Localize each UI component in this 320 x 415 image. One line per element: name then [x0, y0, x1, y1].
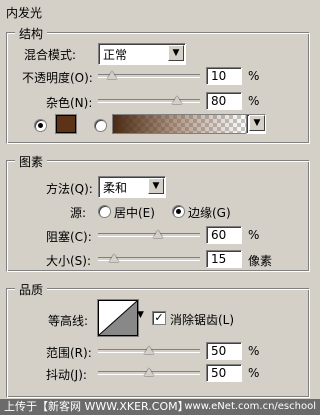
solid-color-radio[interactable] [34, 119, 47, 132]
size-slider[interactable] [98, 252, 200, 266]
anti-alias-label[interactable]: 消除锯齿(L) [170, 311, 234, 328]
slider-track [98, 233, 200, 237]
gradient-radio[interactable] [94, 119, 107, 132]
quality-group-title: 品质 [15, 281, 48, 298]
gradient-picker[interactable] [112, 114, 248, 134]
noise-unit: % [248, 94, 260, 108]
slider-thumb[interactable] [144, 368, 154, 376]
opacity-unit: % [248, 69, 260, 83]
method-select[interactable]: 柔和 ▼ [98, 176, 166, 198]
slider-thumb[interactable] [172, 96, 182, 104]
anti-alias-checkbox[interactable]: ✓ [152, 311, 166, 325]
source-center-radio[interactable] [98, 205, 111, 218]
size-label: 大小(S): [46, 254, 92, 268]
noise-input[interactable]: 80 [206, 92, 242, 110]
choke-unit: % [248, 228, 260, 242]
jitter-unit: % [248, 366, 260, 380]
slider-thumb[interactable] [109, 254, 119, 262]
slider-thumb[interactable] [144, 346, 154, 354]
noise-label: 杂色(N): [46, 96, 93, 110]
blend-mode-select[interactable]: 正常 ▼ [98, 43, 186, 65]
size-unit: 像素 [248, 254, 273, 268]
chevron-down-icon[interactable]: ▼ [249, 115, 265, 131]
method-label: 方法(Q): [46, 182, 93, 196]
structure-group-title: 结构 [15, 25, 48, 42]
blend-mode-label: 混合模式: [24, 48, 77, 62]
blend-mode-value: 正常 [103, 48, 128, 62]
jitter-slider[interactable] [98, 366, 200, 380]
contour-curve-icon [99, 301, 137, 335]
source-center-label[interactable]: 居中(E) [114, 204, 155, 221]
chevron-down-icon[interactable]: ▼ [148, 178, 164, 194]
method-value: 柔和 [103, 181, 128, 195]
range-input[interactable]: 50 [206, 342, 242, 360]
contour-dropdown[interactable]: ▼ [136, 300, 148, 334]
opacity-label: 不透明度(O): [22, 71, 93, 85]
range-label: 范围(R): [46, 346, 92, 360]
contour-label: 等高线: [48, 314, 89, 328]
slider-track [98, 99, 200, 103]
footer-bar: 上传于【新客网 WWW.XKER.COM】 www.eNet.com.cn/es… [0, 399, 320, 415]
jitter-label: 抖动(J): [46, 368, 87, 382]
slider-thumb[interactable] [107, 71, 117, 79]
gradient-dropdown[interactable]: ▼ [246, 114, 266, 134]
footer-upload-text: 上传于【新客网 WWW.XKER.COM】 [4, 400, 189, 413]
opacity-slider[interactable] [98, 69, 200, 83]
range-unit: % [248, 344, 260, 358]
chevron-down-icon[interactable]: ▼ [137, 310, 144, 320]
source-edge-label[interactable]: 边缘(G) [188, 204, 231, 221]
range-slider[interactable] [98, 344, 200, 358]
elements-group-title: 图素 [15, 153, 48, 170]
choke-input[interactable]: 60 [206, 226, 242, 244]
choke-slider[interactable] [98, 228, 200, 242]
checkmark-icon: ✓ [154, 311, 164, 324]
size-input[interactable]: 15 [206, 250, 242, 268]
jitter-input[interactable]: 50 [206, 364, 242, 382]
footer-site-text: www.eNet.com.cn/eschool [184, 401, 316, 412]
opacity-input[interactable]: 10 [206, 67, 242, 85]
contour-picker[interactable] [97, 299, 139, 337]
panel-title: 内发光 [6, 6, 43, 20]
source-label: 源: [70, 206, 87, 220]
glow-color-swatch[interactable] [55, 114, 77, 134]
noise-slider[interactable] [98, 94, 200, 108]
slider-thumb[interactable] [153, 230, 163, 238]
source-edge-radio[interactable] [172, 205, 185, 218]
chevron-down-icon[interactable]: ▼ [168, 45, 184, 61]
choke-label: 阻塞(C): [46, 230, 92, 244]
